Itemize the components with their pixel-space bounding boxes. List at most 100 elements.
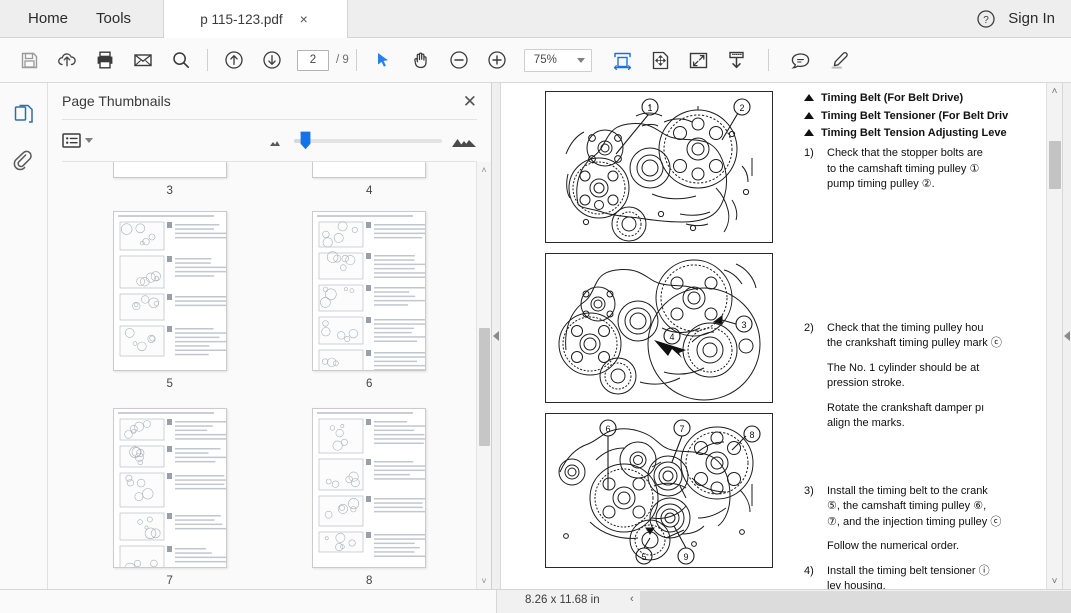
page-organize-button[interactable]	[642, 41, 680, 79]
main-toolbar: 2 / 9 75%	[0, 38, 1071, 83]
document-tab[interactable]: p 115-123.pdf ×	[163, 0, 349, 38]
status-bar-left	[0, 590, 497, 613]
figure-timing-belt-2: 3 4	[545, 253, 773, 403]
step-number	[804, 401, 818, 432]
thumbnail-page-number: 3	[166, 185, 173, 197]
thumbnails-grid[interactable]: 3 4 5 6 7 8 ˄ ˅	[48, 162, 491, 589]
figure-callout: 3	[741, 320, 746, 330]
thumbnail-cell[interactable]: 5	[70, 211, 270, 408]
search-button[interactable]	[162, 41, 200, 79]
document-text-column: Timing Belt (For Belt Drive) Timing Belt…	[804, 91, 1044, 589]
scroll-up-arrow[interactable]: ˄	[477, 162, 491, 178]
step-text: Rotate the crankshaft damper pı align th…	[827, 401, 985, 430]
thumbnail-cell[interactable]: 3	[70, 162, 270, 211]
figure-timing-belt-1: 1 2	[545, 91, 773, 243]
help-icon[interactable]: ?	[976, 9, 996, 29]
page-thumbnail[interactable]	[112, 408, 227, 568]
collapse-right-pane-handle[interactable]	[1062, 83, 1071, 589]
scroll-down-arrow[interactable]: ˅	[477, 573, 491, 589]
figure-callout: 7	[679, 424, 684, 434]
hand-tool-button[interactable]	[402, 41, 440, 79]
thumbnail-cell[interactable]: 4	[270, 162, 470, 211]
figure-callout: 9	[683, 552, 688, 562]
thumbnail-page-number: 6	[366, 378, 373, 390]
fit-page-button[interactable]	[680, 41, 718, 79]
document-viewer[interactable]: 1 2 3 4 6 7 8 5 9 Timing Belt (For Belt …	[501, 83, 1062, 589]
page-thumbnail[interactable]	[312, 162, 427, 178]
thumbnail-cell[interactable]: 7	[70, 408, 270, 589]
doc-step: 4) Install the timing belt tensioner ⓘ l…	[804, 564, 1044, 590]
next-page-button[interactable]	[253, 41, 291, 79]
document-tab-title: p 115-123.pdf	[200, 11, 283, 27]
heading-row: Timing Belt Tensioner (For Belt Driv	[804, 109, 1044, 123]
zoom-level-select[interactable]: 75%	[523, 48, 592, 72]
thumbnail-size-slider[interactable]	[294, 131, 442, 149]
thumbnail-page-number: 4	[366, 185, 373, 197]
scrollbar-thumb[interactable]	[1049, 141, 1061, 189]
comment-button[interactable]	[782, 41, 820, 79]
step-number: 4)	[804, 564, 814, 577]
page-thumbnail[interactable]	[312, 211, 427, 371]
upload-cloud-button[interactable]	[48, 41, 86, 79]
save-button[interactable]	[10, 41, 48, 79]
step-number: 3)	[804, 484, 814, 497]
close-icon[interactable]: ×	[297, 10, 311, 28]
scrollbar-thumb[interactable]	[479, 328, 490, 446]
status-bar: 8.26 x 11.68 in ‹	[0, 589, 1071, 613]
fit-width-button[interactable]	[604, 41, 642, 79]
print-button[interactable]	[86, 41, 124, 79]
step-number	[804, 361, 818, 392]
document-page: 1 2 3 4 6 7 8 5 9 Timing Belt (For Belt …	[501, 83, 1046, 589]
large-mountains-icon	[452, 138, 476, 147]
thumbnail-size-control	[267, 131, 477, 149]
sidebar-rail	[0, 83, 48, 589]
previous-page-button[interactable]	[215, 41, 253, 79]
panel-toolbar	[48, 120, 491, 161]
thumbnail-page-number: 7	[166, 575, 173, 587]
collapse-sidebar-handle[interactable]	[492, 83, 501, 589]
page-thumbnail[interactable]	[112, 162, 227, 178]
thumbnail-cell[interactable]: 8	[270, 408, 470, 589]
triangle-bullet-icon	[804, 111, 814, 119]
thumbnail-cell[interactable]: 6	[270, 211, 470, 408]
tab-bar-right: ? Sign In	[976, 0, 1071, 38]
horizontal-scroll-track[interactable]	[640, 591, 1071, 613]
list-options-button[interactable]	[62, 132, 93, 149]
triangle-bullet-icon	[804, 129, 814, 136]
figure-callout: 6	[605, 424, 610, 434]
sign-in-button[interactable]: Sign In	[1008, 10, 1055, 27]
document-scrollbar[interactable]: ˄ ˅	[1046, 83, 1062, 589]
chevron-down-icon	[85, 138, 93, 143]
list-options-icon	[62, 133, 81, 148]
figure-callout: 1	[647, 103, 652, 113]
scroll-mode-button[interactable]	[718, 41, 756, 79]
sidebar-attachments[interactable]	[7, 145, 41, 179]
scrollbar-track[interactable]	[477, 178, 491, 573]
step-text: Check that the timing pulley hou the cra…	[827, 321, 1002, 350]
scroll-up-arrow[interactable]: ˄	[1047, 83, 1062, 99]
toolbar-separator	[207, 49, 208, 71]
doc-step: Rotate the crankshaft damper pı align th…	[804, 401, 1044, 432]
email-button[interactable]	[124, 41, 162, 79]
scroll-down-arrow[interactable]: ˅	[1047, 573, 1062, 589]
tools-tab[interactable]: Tools	[82, 0, 145, 37]
page-thumbnails-panel: Page Thumbnails ✕ 3 4 5 6 7 8 ˄ ˅	[48, 83, 492, 589]
highlight-button[interactable]	[820, 41, 858, 79]
select-tool-button[interactable]	[364, 41, 402, 79]
zoom-out-button[interactable]	[440, 41, 478, 79]
zoom-in-button[interactable]	[478, 41, 516, 79]
page-thumbnail[interactable]	[112, 211, 227, 371]
page-number-input[interactable]: 2	[297, 49, 329, 71]
figure-callout: 5	[641, 552, 646, 562]
doc-step: The No. 1 cylinder should be at pression…	[804, 361, 1044, 392]
thumbnail-page-number: 8	[366, 575, 373, 587]
step-number	[804, 539, 818, 555]
home-tab[interactable]: Home	[14, 0, 82, 37]
page-total-label: / 9	[336, 54, 349, 66]
chevron-down-icon	[576, 57, 585, 63]
close-icon[interactable]: ✕	[463, 93, 477, 110]
sidebar-page-thumbnails[interactable]	[7, 97, 41, 131]
thumbnails-scrollbar[interactable]: ˄ ˅	[476, 162, 491, 589]
thumbnail-size-slider-handle[interactable]	[300, 131, 311, 150]
page-thumbnail[interactable]	[312, 408, 427, 568]
